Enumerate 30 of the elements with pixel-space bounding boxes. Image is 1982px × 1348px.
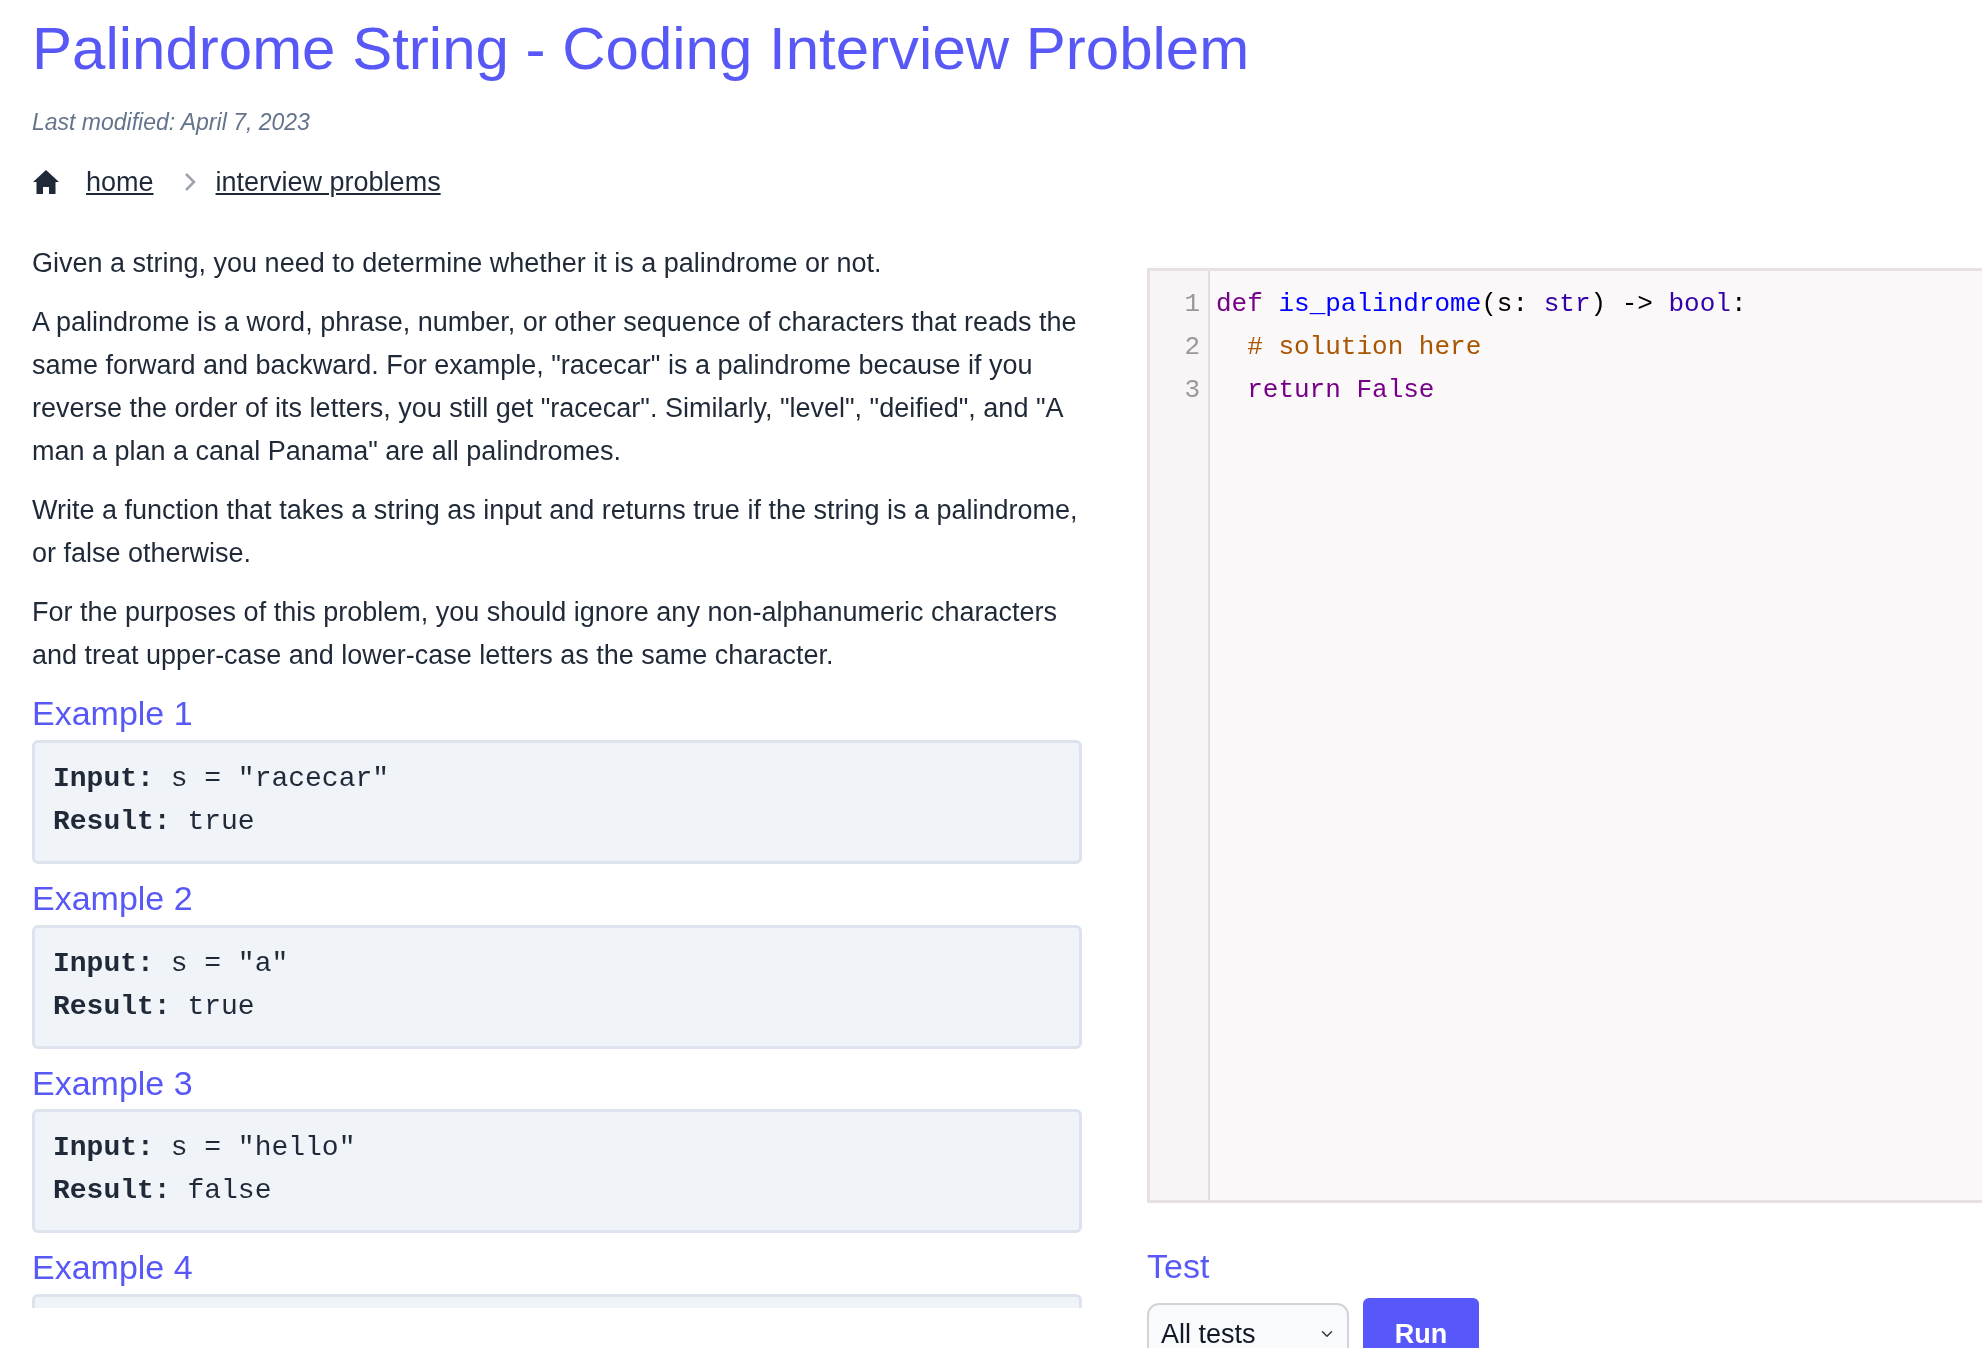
paragraph: A palindrome is a word, phrase, number, or other sequence of characters that reads the same forward and backward. For example, "racecar" is a palindrome because if you reverse the order of its letters, you still get "racecar". Similarly, "level", "deified", and "A man a plan a canal Panama" are all palindromes. [32,306,1078,468]
code-line: return False [1246,374,1436,407]
line-number: 2 [1183,331,1201,364]
last-modified-date: Last modified: April 7, 2023 [32,108,311,137]
line-number: 3 [1183,374,1201,407]
example-heading: Example 2 [32,877,194,919]
code-editor[interactable]: 1 2 3 def is_palindrome(s: str) -> bool: # solution here return False [1147,268,1982,1203]
paragraph: Write a function that takes a string as input and returns true if the string is a palindrome, or false otherwise. [32,494,1079,570]
code-line: # solution here [1246,331,1483,364]
test-select[interactable]: All tests [1147,1302,1349,1348]
example-line: Result: true [53,989,256,1024]
code-line: def is_palindrome(s: str) -> bool: [1216,288,1747,321]
breadcrumb-link[interactable]: home [86,161,154,202]
example-heading: Example 4 [32,1247,194,1289]
example-line: Result: false [53,1174,273,1209]
example-line: Input: s = "a" [53,946,290,981]
example-line: Result: true [53,804,256,839]
page-title: Palindrome String - Coding Interview Problem [32,14,1251,83]
paragraph: For the purposes of this problem, you should ignore any non-alphanumeric characters and treat upper-case and lower-case letters as the same character. [32,596,1059,672]
chevron-right-icon [183,171,196,192]
test-heading: Test [1147,1246,1211,1287]
example-heading: Example 1 [32,693,194,734]
example-line: Input: s = "hello" [53,1131,357,1166]
home-icon [32,168,60,195]
line-number: 1 [1183,288,1201,321]
paragraph: Given a string, you need to determine whether it is a palindrome or not. [32,247,883,280]
example-line: Input: s = "racecar" [53,761,391,796]
breadcrumb-link[interactable]: interview problems [215,161,441,202]
run-button[interactable]: Run [1363,1298,1479,1348]
example-heading: Example 3 [32,1062,194,1104]
